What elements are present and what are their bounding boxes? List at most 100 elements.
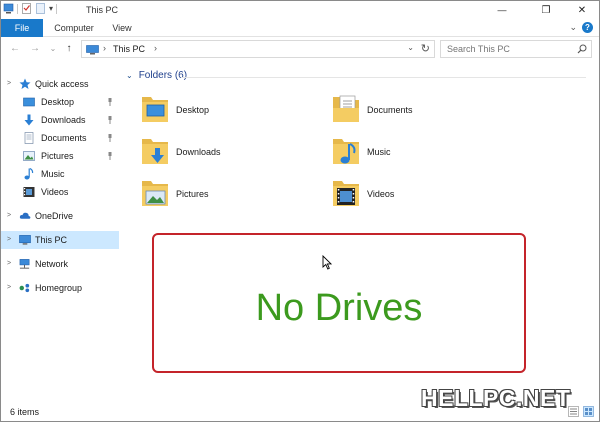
pictures-folder-icon (141, 177, 169, 207)
sidebar-item-documents[interactable]: Documents (1, 129, 119, 147)
up-button[interactable]: ↑ (63, 42, 75, 54)
group-divider (181, 77, 586, 78)
title-bar: ▾ This PC — ❐ ✕ (1, 1, 599, 19)
search-input[interactable] (441, 41, 571, 57)
new-folder-icon[interactable] (35, 3, 46, 14)
videos-folder-icon (332, 177, 360, 207)
pin-icon[interactable] (107, 134, 113, 142)
tab-computer[interactable]: Computer (51, 19, 97, 37)
item-count: 6 items (10, 407, 40, 417)
music-folder-icon (332, 135, 360, 165)
collapse-chevron-icon[interactable]: ⌄ (126, 71, 133, 80)
close-button[interactable]: ✕ (567, 1, 597, 19)
desktop-folder-icon (141, 93, 169, 123)
folders-group-header[interactable]: ⌄ Folders (6) (126, 70, 187, 81)
sidebar-item-desktop[interactable]: Desktop (1, 93, 119, 111)
sidebar-item-music[interactable]: Music (1, 165, 119, 183)
star-icon (19, 78, 31, 90)
large-icons-view-icon[interactable] (583, 406, 594, 417)
pictures-folder-icon (23, 150, 35, 162)
folder-name: Videos (367, 189, 395, 199)
pin-icon[interactable] (107, 116, 113, 124)
sidebar-item-label: This PC (35, 235, 68, 245)
minimize-button[interactable]: — (487, 1, 517, 19)
qat-customize-icon[interactable]: ▾ (49, 4, 53, 13)
computer-icon (86, 45, 99, 57)
mouse-cursor-icon (322, 254, 333, 272)
expand-ribbon-icon[interactable]: ⌄ (569, 22, 577, 33)
sidebar-item-label: Music (41, 169, 65, 179)
search-box[interactable] (440, 40, 592, 58)
help-icon[interactable]: ? (582, 22, 593, 33)
sidebar-item-label: Network (35, 259, 69, 269)
properties-icon[interactable] (21, 3, 32, 14)
folder-name: Documents (367, 105, 413, 115)
documents-folder-icon (332, 93, 360, 123)
folder-name: Downloads (176, 147, 221, 157)
network-icon (19, 258, 31, 270)
sidebar-item-videos[interactable]: Videos (1, 183, 119, 201)
address-row: ← → ⌄ ↑ › This PC › ⌄ ↻ (1, 38, 599, 60)
folder-videos[interactable]: Videos (332, 177, 512, 211)
folder-downloads[interactable]: Downloads (141, 135, 321, 169)
tab-view[interactable]: View (107, 19, 137, 37)
qat-separator (17, 3, 18, 14)
sidebar-item-label: OneDrive (35, 211, 74, 221)
sidebar-item-label: Homegroup (35, 283, 83, 293)
sidebar-item-network[interactable]: > Network (1, 255, 119, 273)
expand-chevron-icon[interactable]: > (7, 260, 11, 267)
expand-chevron-icon[interactable]: > (7, 212, 11, 219)
homegroup-icon (19, 282, 31, 294)
back-button[interactable]: ← (9, 42, 21, 54)
explorer-window: ▾ This PC — ❐ ✕ File Computer View ⌄ ? ←… (0, 0, 600, 422)
sidebar-item-onedrive[interactable]: > OneDrive (1, 207, 119, 225)
qat-separator (56, 3, 58, 14)
no-drives-callout: No Drives (152, 233, 526, 373)
music-note-icon (23, 168, 35, 180)
folder-documents[interactable]: Documents (332, 93, 512, 127)
folder-name: Pictures (176, 189, 209, 199)
window-app-icon[interactable] (3, 3, 14, 14)
sidebar-item-pictures[interactable]: Pictures (1, 147, 119, 165)
breadcrumb-separator[interactable]: › (103, 43, 106, 53)
computer-icon (19, 234, 31, 246)
folder-pictures[interactable]: Pictures (141, 177, 321, 211)
sidebar-item-label: Pictures (41, 151, 74, 161)
breadcrumb-this-pc[interactable]: This PC (113, 44, 145, 54)
documents-folder-icon (23, 132, 35, 144)
navigation-pane: > Quick access Desktop Downloads Documen… (1, 61, 119, 399)
sidebar-item-downloads[interactable]: Downloads (1, 111, 119, 129)
tab-file[interactable]: File (1, 19, 43, 37)
expand-chevron-icon[interactable]: > (7, 80, 11, 87)
cloud-icon (19, 210, 31, 222)
address-bar[interactable]: › This PC › ⌄ ↻ (81, 40, 435, 58)
sidebar-item-label: Desktop (41, 97, 75, 107)
recent-locations-icon[interactable]: ⌄ (47, 42, 59, 54)
folder-desktop[interactable]: Desktop (141, 93, 321, 127)
downloads-folder-icon (141, 135, 169, 165)
refresh-icon[interactable]: ↻ (421, 42, 430, 55)
sidebar-item-label: Downloads (41, 115, 86, 125)
pin-icon[interactable] (107, 152, 113, 160)
group-title: Folders (6) (138, 70, 188, 81)
folder-music[interactable]: Music (332, 135, 512, 169)
sidebar-item-label: Documents (41, 133, 87, 143)
expand-chevron-icon[interactable]: > (7, 236, 11, 243)
search-icon[interactable] (577, 44, 587, 56)
watermark: HELLPC.NET (421, 385, 571, 411)
restore-button[interactable]: ❐ (531, 1, 561, 19)
no-drives-text: No Drives (255, 287, 423, 329)
sidebar-item-quick-access[interactable]: > Quick access (1, 75, 119, 93)
sidebar-item-this-pc[interactable]: > This PC (1, 231, 119, 249)
videos-folder-icon (23, 186, 35, 198)
download-arrow-icon (23, 114, 35, 126)
sidebar-item-homegroup[interactable]: > Homegroup (1, 279, 119, 297)
forward-button[interactable]: → (29, 42, 41, 54)
folder-name: Music (367, 147, 391, 157)
pin-icon[interactable] (107, 98, 113, 106)
address-dropdown-icon[interactable]: ⌄ (407, 43, 414, 52)
breadcrumb-separator[interactable]: › (154, 43, 157, 53)
expand-chevron-icon[interactable]: > (7, 284, 11, 291)
ribbon-tabs: File Computer View ⌄ ? (1, 19, 599, 37)
sidebar-item-label: Videos (41, 187, 69, 197)
